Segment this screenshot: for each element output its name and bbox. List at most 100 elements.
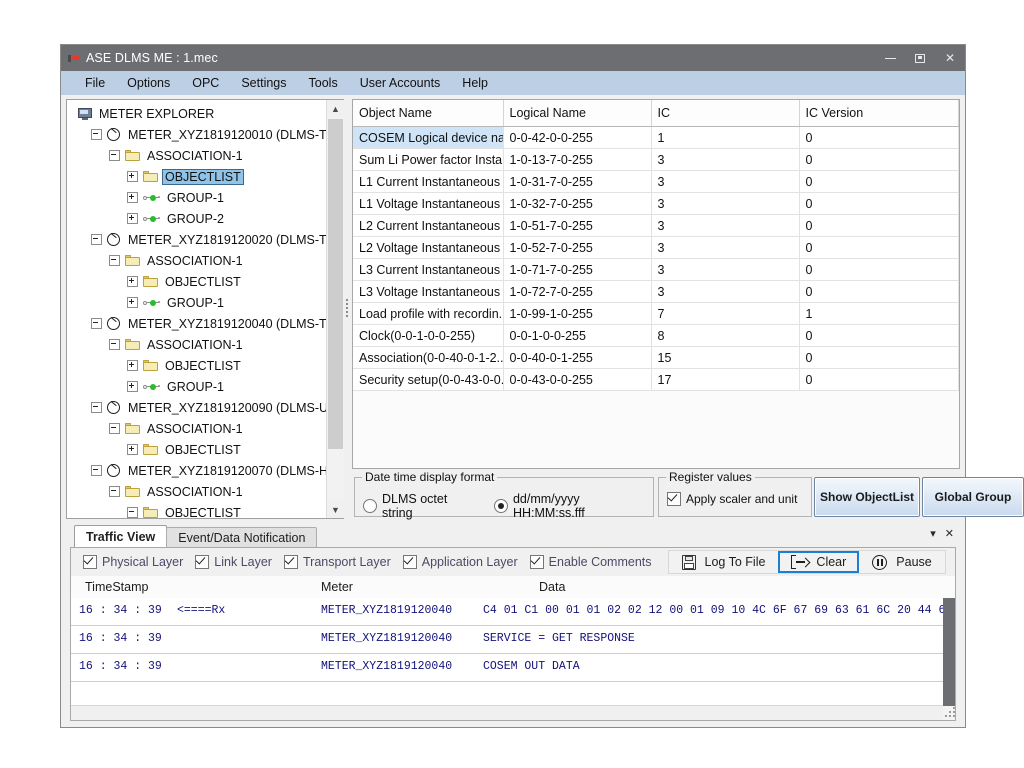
traffic-log-rows[interactable]: 16 : 34 : 39<====RxMETER_XYZ1819120040C4… [71, 598, 943, 706]
table-row[interactable]: L2 Voltage Instantaneous ...1-0-52-7-0-2… [353, 237, 959, 259]
checkbox-physical-layer[interactable]: Physical Layer [83, 555, 183, 569]
tree-vertical-scrollbar[interactable]: ▲ ▼ [326, 100, 344, 518]
menu-item-options[interactable]: Options [116, 73, 181, 93]
table-row[interactable]: L1 Voltage Instantaneous ...1-0-32-7-0-2… [353, 193, 959, 215]
tree-node-meter-xyz1819120040-dlms-tcp[interactable]: METER_XYZ1819120040 (DLMS-TCP) [67, 313, 327, 334]
tree-toggle-expand-icon[interactable] [127, 276, 138, 287]
tree-node-meter-xyz1819120090-dlms-udp[interactable]: METER_XYZ1819120090 (DLMS-UDP) [67, 397, 327, 418]
tree-toggle-collapse-icon[interactable] [109, 339, 120, 350]
scroll-up-icon[interactable]: ▲ [327, 100, 344, 117]
table-row[interactable]: COSEM Logical device na...0-0-42-0-0-255… [353, 127, 959, 149]
tree-node-objectlist[interactable]: OBJECTLIST [67, 439, 327, 460]
tree-toggle-collapse-icon[interactable] [91, 234, 102, 245]
pause-button[interactable]: Pause [859, 551, 944, 573]
tree-node-group-2[interactable]: GROUP-2 [67, 208, 327, 229]
menu-item-opc[interactable]: OPC [181, 73, 230, 93]
log-horizontal-scrollbar[interactable] [71, 705, 943, 720]
tree-toggle-expand-icon[interactable] [127, 297, 138, 308]
object-list-grid[interactable]: Object Name Logical Name IC IC Version C… [352, 99, 960, 469]
table-row[interactable]: Security setup(0-0-43-0-0...0-0-43-0-0-2… [353, 369, 959, 391]
list-item[interactable]: 16 : 34 : 39<====RxMETER_XYZ1819120040C4… [71, 598, 943, 626]
menu-item-help[interactable]: Help [451, 73, 499, 93]
radio-ddmmyyyy-format[interactable]: dd/mm/yyyy HH:MM:ss.fff [494, 492, 653, 520]
tree-node-association-1[interactable]: ASSOCIATION-1 [67, 334, 327, 355]
table-row[interactable]: Association(0-0-40-0-1-2...0-0-40-0-1-25… [353, 347, 959, 369]
checkbox-enable-comments[interactable]: Enable Comments [530, 555, 652, 569]
tree-node-meter-xyz1819120070-dlms-hdlc[interactable]: METER_XYZ1819120070 (DLMS-HDLC) [67, 460, 327, 481]
tree-node-meter-xyz1819120010-dlms-tcp[interactable]: METER_XYZ1819120010 (DLMS-TCP) [67, 124, 327, 145]
tree-toggle-collapse-icon[interactable] [109, 150, 120, 161]
tree-toggle-expand-icon[interactable] [127, 171, 138, 182]
log-column-timestamp[interactable]: TimeStamp [85, 580, 148, 594]
column-header-ic-version[interactable]: IC Version [799, 100, 959, 127]
maximize-button[interactable] [905, 45, 935, 71]
meter-explorer-tree[interactable]: METER EXPLORERMETER_XYZ1819120010 (DLMS-… [66, 99, 345, 519]
tab-traffic-view[interactable]: Traffic View [74, 525, 167, 547]
tree-toggle-expand-icon[interactable] [127, 381, 138, 392]
tree-toggle-expand-icon[interactable] [127, 360, 138, 371]
panel-splitter[interactable] [344, 99, 350, 519]
show-objectlist-button[interactable]: Show ObjectList [814, 477, 920, 517]
tree-node-objectlist[interactable]: OBJECTLIST [67, 271, 327, 292]
tree-node-association-1[interactable]: ASSOCIATION-1 [67, 418, 327, 439]
menu-item-tools[interactable]: Tools [298, 73, 349, 93]
column-header-ic[interactable]: IC [651, 100, 799, 127]
dock-menu-chevron-down-icon[interactable]: ▾ [930, 527, 936, 540]
tree-node-meter-xyz1819120020-dlms-tcp[interactable]: METER_XYZ1819120020 (DLMS-TCP) [67, 229, 327, 250]
tree-node-objectlist[interactable]: OBJECTLIST [67, 166, 327, 187]
tree-node-group-1[interactable]: GROUP-1 [67, 376, 327, 397]
scroll-down-icon[interactable]: ▼ [327, 501, 344, 518]
log-column-data[interactable]: Data [539, 580, 565, 594]
checkbox-application-layer[interactable]: Application Layer [403, 555, 518, 569]
tree-node-objectlist[interactable]: OBJECTLIST [67, 355, 327, 376]
table-row[interactable]: L2 Current Instantaneous ...1-0-51-7-0-2… [353, 215, 959, 237]
tree-toggle-collapse-icon[interactable] [91, 318, 102, 329]
dock-close-icon[interactable]: ✕ [945, 527, 954, 540]
table-row[interactable]: Clock(0-0-1-0-0-255)0-0-1-0-0-25580 [353, 325, 959, 347]
tree-toggle-collapse-icon[interactable] [109, 486, 120, 497]
title-bar[interactable]: ASE DLMS ME : 1.mec ✕ [61, 45, 965, 71]
menu-item-file[interactable]: File [74, 73, 116, 93]
tree-node-objectlist[interactable]: OBJECTLIST [67, 502, 327, 518]
tree-toggle-collapse-icon[interactable] [91, 465, 102, 476]
close-button[interactable]: ✕ [935, 45, 965, 71]
checkbox-link-layer[interactable]: Link Layer [195, 555, 272, 569]
scrollbar-thumb[interactable] [328, 119, 343, 449]
tree-toggle-collapse-icon[interactable] [109, 423, 120, 434]
list-item[interactable]: 16 : 34 : 39METER_XYZ1819120040COSEM OUT… [71, 654, 943, 682]
tree-node-group-1[interactable]: GROUP-1 [67, 292, 327, 313]
table-row[interactable]: Load profile with recordin...1-0-99-1-0-… [353, 303, 959, 325]
table-row[interactable]: L3 Voltage Instantaneous ...1-0-72-7-0-2… [353, 281, 959, 303]
tree-toggle-expand-icon[interactable] [127, 444, 138, 455]
column-header-object-name[interactable]: Object Name [353, 100, 503, 127]
tree-toggle-collapse-icon[interactable] [91, 129, 102, 140]
log-column-meter[interactable]: Meter [321, 580, 353, 594]
tree-node-meter-explorer[interactable]: METER EXPLORER [67, 103, 327, 124]
checkbox-apply-scaler-and-unit[interactable]: Apply scaler and unit [667, 492, 797, 506]
menu-item-user-accounts[interactable]: User Accounts [349, 73, 452, 93]
radio-dlms-octet-string[interactable]: DLMS octet string [363, 492, 480, 520]
list-item[interactable]: 16 : 34 : 39METER_XYZ1819120040SERVICE =… [71, 626, 943, 654]
tree-toggle-collapse-icon[interactable] [91, 402, 102, 413]
global-group-button[interactable]: Global Group [922, 477, 1024, 517]
tree-toggle-expand-icon[interactable] [127, 192, 138, 203]
log-vertical-scrollbar[interactable] [943, 598, 955, 706]
tree-node-group-1[interactable]: GROUP-1 [67, 187, 327, 208]
tab-event-data-notification[interactable]: Event/Data Notification [166, 527, 317, 547]
tree-toggle-expand-icon[interactable] [127, 213, 138, 224]
minimize-button[interactable] [875, 45, 905, 71]
checkbox-transport-layer[interactable]: Transport Layer [284, 555, 391, 569]
resize-grip[interactable] [945, 707, 957, 719]
tree-toggle-collapse-icon[interactable] [127, 507, 138, 518]
tree-toggle-collapse-icon[interactable] [109, 255, 120, 266]
log-to-file-button[interactable]: Log To File [669, 551, 779, 573]
table-row[interactable]: L3 Current Instantaneous ...1-0-71-7-0-2… [353, 259, 959, 281]
menu-item-settings[interactable]: Settings [230, 73, 297, 93]
column-header-logical-name[interactable]: Logical Name [503, 100, 651, 127]
tree-node-association-1[interactable]: ASSOCIATION-1 [67, 250, 327, 271]
tree-node-association-1[interactable]: ASSOCIATION-1 [67, 481, 327, 502]
table-row[interactable]: L1 Current Instantaneous ...1-0-31-7-0-2… [353, 171, 959, 193]
tree-node-association-1[interactable]: ASSOCIATION-1 [67, 145, 327, 166]
clear-button[interactable]: Clear [778, 551, 859, 573]
table-row[interactable]: Sum Li Power factor Insta...1-0-13-7-0-2… [353, 149, 959, 171]
